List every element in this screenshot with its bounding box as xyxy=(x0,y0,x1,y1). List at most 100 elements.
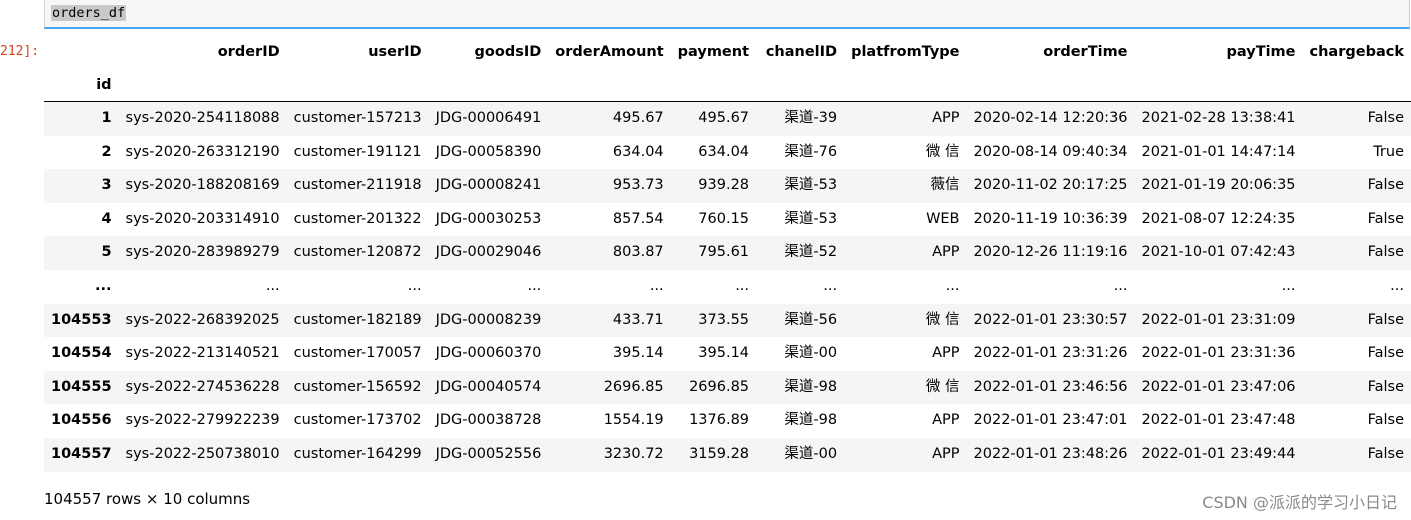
table-cell: JDG-00040574 xyxy=(435,378,542,395)
table-cell: JDG-00029046 xyxy=(435,244,542,261)
corner-cell xyxy=(44,35,119,70)
column-header: userID xyxy=(368,44,422,60)
column-header: chanelID xyxy=(765,44,838,60)
table-cell: JDG-00008239 xyxy=(435,311,542,328)
table-cell: ... xyxy=(823,277,838,294)
row-index: 4 xyxy=(101,210,112,227)
code-input-cell[interactable]: orders_df xyxy=(44,0,1410,29)
table-cell: 3230.72 xyxy=(603,445,664,462)
table-row: ................................. xyxy=(44,269,1411,304)
output-prompt: 212]: xyxy=(0,44,40,59)
table-cell: ... xyxy=(735,277,750,294)
table-cell: 渠道-53 xyxy=(784,210,838,227)
table-cell: 微 信 xyxy=(925,143,960,160)
column-header: orderID xyxy=(217,44,280,60)
table-cell: 2022-01-01 23:47:06 xyxy=(1141,378,1296,395)
table-cell: False xyxy=(1367,311,1404,328)
table-cell: sys-2020-263312190 xyxy=(125,143,280,160)
table-cell: sys-2022-279922239 xyxy=(125,412,280,429)
table-cell: JDG-00060370 xyxy=(435,345,542,362)
table-cell: customer-182189 xyxy=(293,311,422,328)
table-cell: False xyxy=(1367,210,1404,227)
table-cell: sys-2020-188208169 xyxy=(125,177,280,194)
table-cell: JDG-00052556 xyxy=(435,445,542,462)
table-cell: 2022-01-01 23:31:26 xyxy=(973,345,1128,362)
column-header: orderTime xyxy=(1043,44,1128,60)
code-text[interactable]: orders_df xyxy=(51,5,127,21)
table-cell: 803.87 xyxy=(612,244,664,261)
table-cell: APP xyxy=(932,110,960,126)
row-index: 1 xyxy=(101,110,112,126)
index-name: id xyxy=(44,70,119,102)
table-cell: 2020-08-14 09:40:34 xyxy=(973,143,1128,160)
table-cell: 953.73 xyxy=(612,177,664,194)
table-cell: 渠道-98 xyxy=(784,378,838,395)
table-row: 1 sys-2020-254118088 customer-157213 JDG-00… xyxy=(44,101,1411,136)
table-cell: ... xyxy=(1390,277,1404,294)
table-cell: 495.67 xyxy=(612,110,664,126)
column-header: payment xyxy=(677,44,750,60)
table-cell: ... xyxy=(945,277,960,294)
table-cell: 395.14 xyxy=(612,345,664,362)
index-header-row: id xyxy=(44,70,1411,102)
table-cell: 2022-01-01 23:30:57 xyxy=(973,311,1128,328)
table-body: 1 sys-2020-254118088 customer-157213 JDG-00… xyxy=(44,101,1411,472)
table-cell: 薇信 xyxy=(930,177,960,194)
table-cell: 3159.28 xyxy=(689,445,750,462)
row-index: 104556 xyxy=(51,412,112,429)
table-cell: 2022-01-01 23:47:01 xyxy=(973,412,1128,429)
table-cell: 2696.85 xyxy=(689,378,750,395)
column-header: platfromType xyxy=(851,44,960,60)
table-cell: 2022-01-01 23:31:36 xyxy=(1141,345,1296,362)
table-row: 104553 sys-2022-268392025 customer-182189 J… xyxy=(44,303,1411,338)
table-cell: 1376.89 xyxy=(689,412,750,429)
table-cell: APP xyxy=(932,445,960,462)
table-cell: False xyxy=(1367,445,1404,462)
table-cell: 2021-01-01 14:47:14 xyxy=(1141,143,1296,160)
table-cell: JDG-00006491 xyxy=(435,110,542,126)
table-cell: 634.04 xyxy=(698,143,750,160)
table-cell: JDG-00008241 xyxy=(435,177,542,194)
table-cell: 760.15 xyxy=(698,210,750,227)
table-cell: 634.04 xyxy=(612,143,664,160)
table-cell: 795.61 xyxy=(698,244,750,261)
table-cell: 433.71 xyxy=(612,311,664,328)
row-index: 5 xyxy=(101,244,112,261)
table-cell: 渠道-76 xyxy=(784,143,838,160)
table-cell: 1554.19 xyxy=(603,412,664,429)
column-header: chargeback xyxy=(1309,44,1404,60)
table-cell: False xyxy=(1367,110,1404,126)
table-cell: 渠道-98 xyxy=(784,412,838,429)
table-cell: APP xyxy=(932,345,960,362)
table-cell: 2022-01-01 23:47:48 xyxy=(1141,412,1296,429)
column-header: orderAmount xyxy=(555,44,664,60)
row-index: 104557 xyxy=(51,445,112,462)
table-cell: customer-211918 xyxy=(293,177,422,194)
row-index: 2 xyxy=(101,143,112,160)
table-cell: False xyxy=(1367,345,1404,362)
table-cell: True xyxy=(1373,143,1404,160)
table-cell: False xyxy=(1367,378,1404,395)
table-cell: APP xyxy=(932,412,960,429)
table-cell: 2696.85 xyxy=(603,378,664,395)
table-cell: APP xyxy=(932,244,960,261)
table-cell: ... xyxy=(407,277,422,294)
table-cell: 2021-08-07 12:24:35 xyxy=(1141,210,1296,227)
table-row: 104557 sys-2022-250738010 customer-164299 J… xyxy=(44,437,1411,472)
table-cell: 渠道-00 xyxy=(784,345,838,362)
table-cell: False xyxy=(1367,412,1404,429)
row-index: 104555 xyxy=(51,378,112,395)
table-cell: customer-173702 xyxy=(293,412,422,429)
table-cell: 2021-10-01 07:42:43 xyxy=(1141,244,1296,261)
column-header: goodsID xyxy=(474,44,542,60)
table-cell: customer-156592 xyxy=(293,378,422,395)
table-cell: 微 信 xyxy=(925,378,960,395)
table-cell: customer-164299 xyxy=(293,445,422,462)
table-cell: 2021-01-19 20:06:35 xyxy=(1141,177,1296,194)
column-header: payTime xyxy=(1226,44,1296,60)
table-cell: sys-2020-283989279 xyxy=(125,244,280,261)
row-index: 3 xyxy=(101,177,112,194)
table-cell: JDG-00038728 xyxy=(435,412,542,429)
table-cell: 395.14 xyxy=(698,345,750,362)
table-cell: sys-2022-274536228 xyxy=(125,378,280,395)
